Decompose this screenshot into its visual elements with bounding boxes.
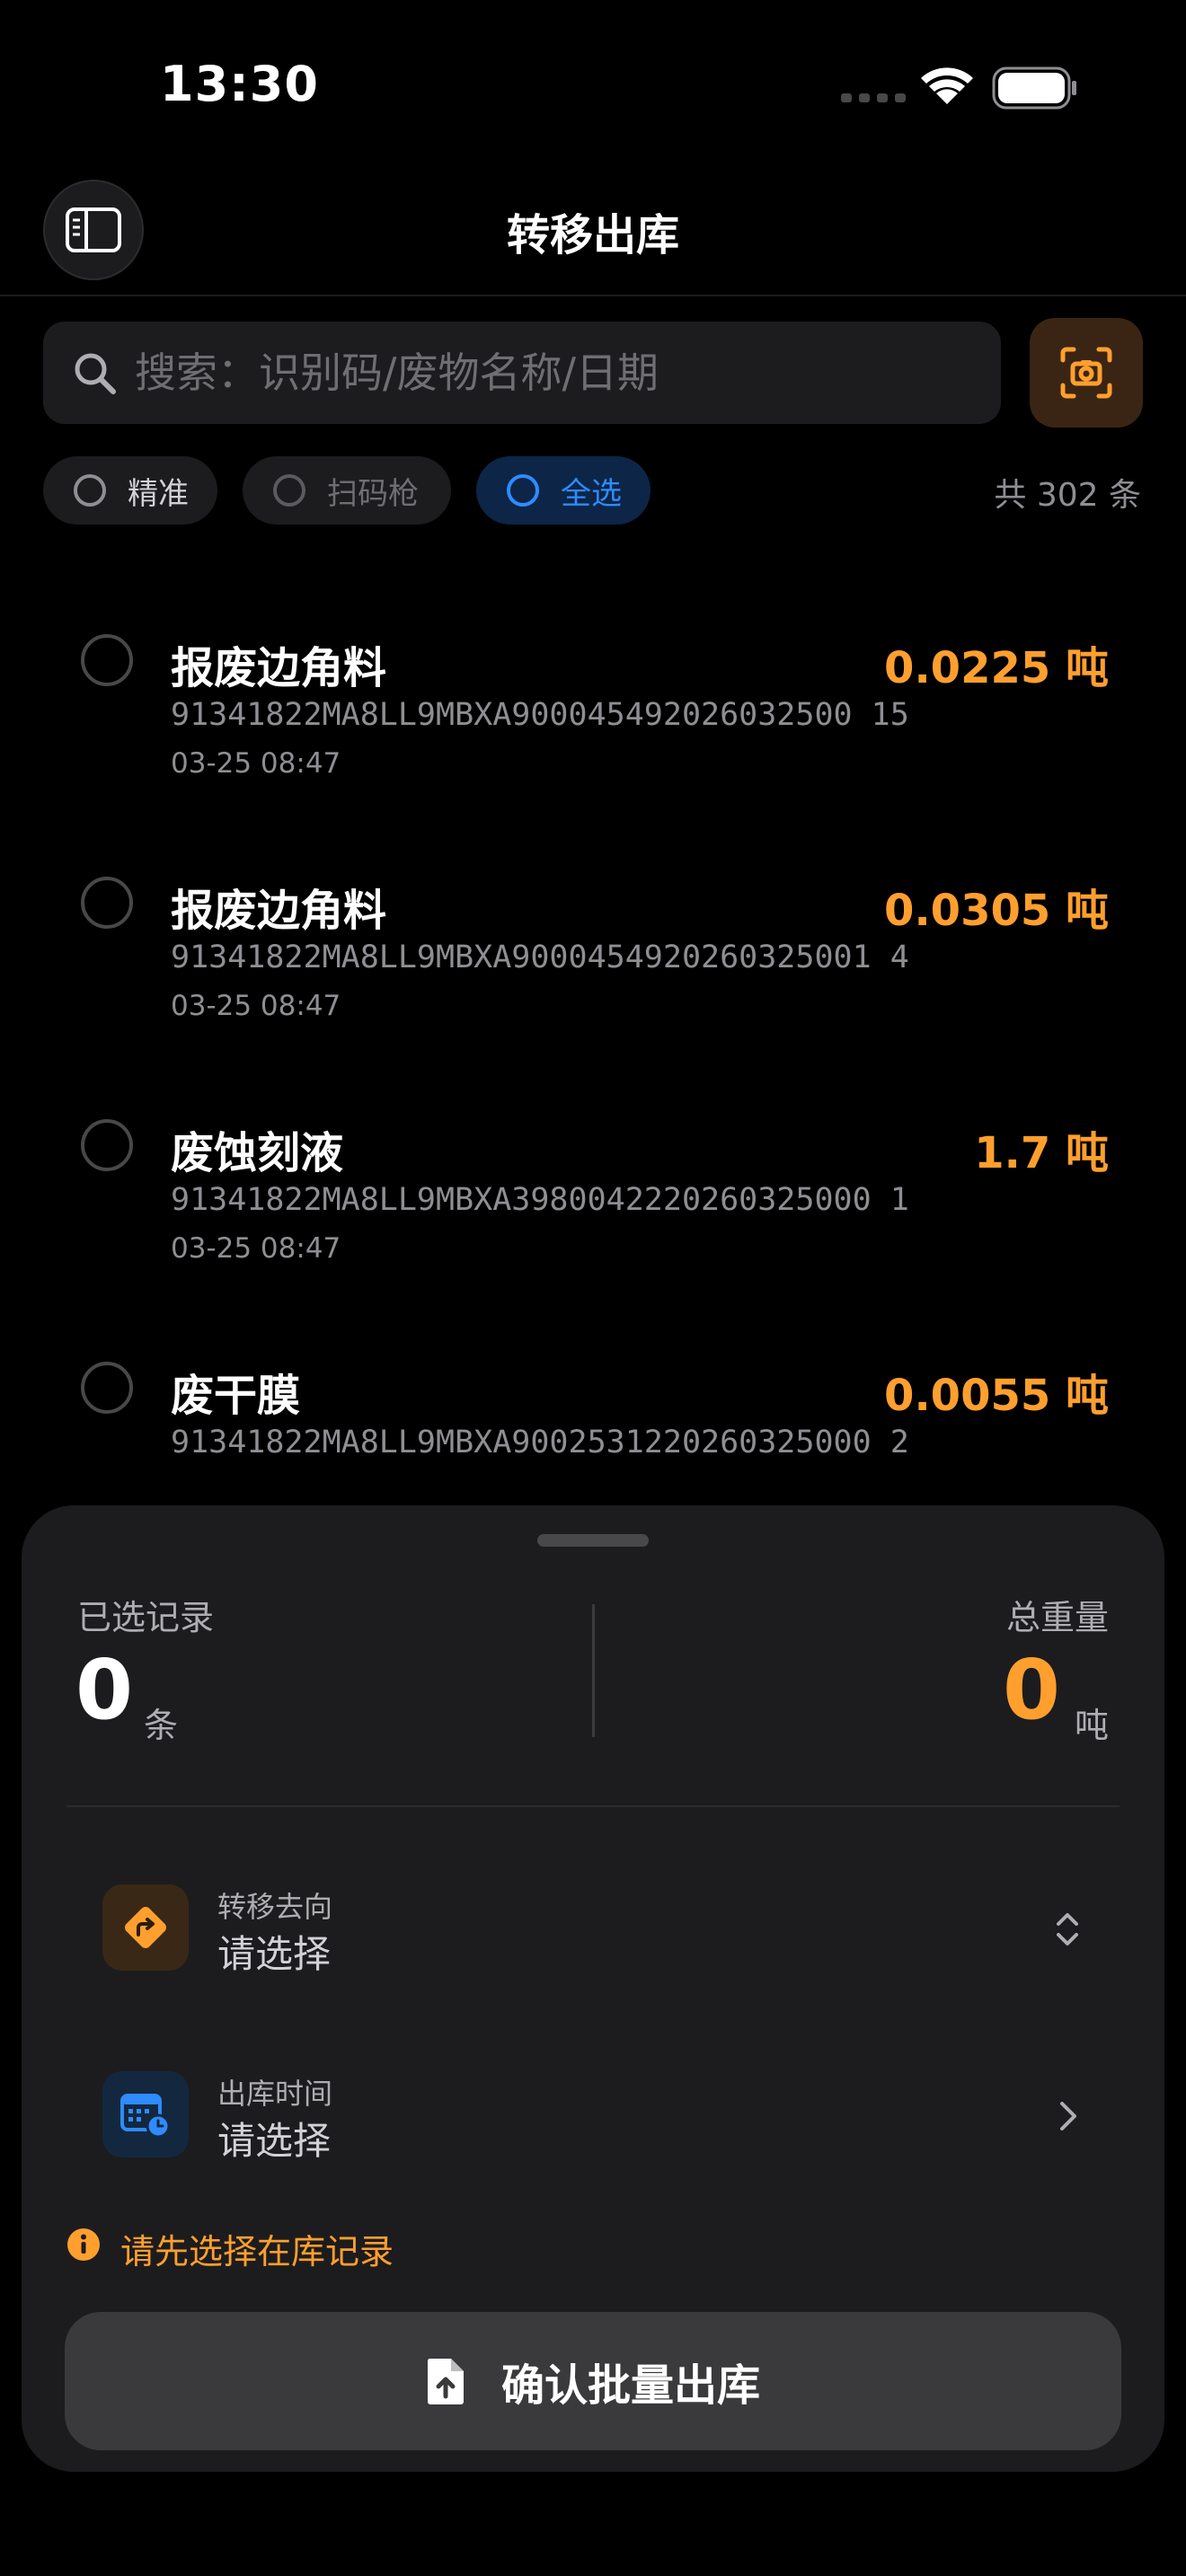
chevron-right-icon (1060, 2102, 1076, 2130)
item-code: 91341822MA8LL9MBXA9002531220260325000 2 (171, 1425, 909, 1460)
search-input[interactable] (135, 322, 979, 424)
confirm-button-label: 确认批量出库 (500, 2360, 760, 2411)
radio-icon (74, 474, 106, 507)
scan-button[interactable] (1030, 318, 1143, 428)
selected-records-unit: 条 (144, 1706, 179, 1745)
filter-chip-label: 全选 (561, 475, 622, 512)
battery-icon (992, 66, 1076, 110)
total-weight-value: 0 (1003, 1642, 1061, 1738)
confirm-batch-outbound-button[interactable]: 确认批量出库 (65, 2312, 1121, 2450)
filter-chip-scanner[interactable]: 扫码枪 (243, 456, 451, 525)
search-icon (75, 353, 116, 394)
sidebar-toggle-button[interactable] (43, 180, 144, 280)
radio-icon (273, 474, 305, 507)
item-checkbox[interactable] (81, 1362, 133, 1414)
item-name: 废干膜 (171, 1371, 301, 1421)
destination-label: 转移去向 (217, 1890, 333, 1924)
total-weight-unit: 吨 (1075, 1706, 1110, 1745)
sheet-divider (66, 1805, 1120, 1807)
document-upload-icon (427, 2359, 464, 2404)
selected-records-label: 已选记录 (77, 1598, 215, 1637)
warning-message: 请先选择在库记录 (120, 2232, 394, 2272)
time-icon-tile (102, 2071, 189, 2157)
route-direction-icon (125, 1907, 166, 1948)
item-name: 报废边角料 (171, 886, 387, 936)
item-weight: 0.0305 吨 (884, 886, 1109, 936)
item-name: 废蚀刻液 (171, 1128, 344, 1178)
summary-divider (592, 1604, 595, 1737)
filter-chip-precise[interactable]: 精准 (43, 456, 217, 525)
destination-value: 请选择 (217, 1932, 332, 1976)
item-code: 91341822MA8LL9MBXA3980042220260325000 1 (171, 1182, 909, 1218)
filter-chip-label: 精准 (128, 475, 189, 512)
cellular-signal-icon (841, 93, 906, 102)
sheet-drag-handle[interactable] (537, 1534, 649, 1547)
item-checkbox[interactable] (81, 1119, 133, 1171)
item-weight: 0.0055 吨 (884, 1371, 1109, 1421)
item-date: 03-25 08:47 (171, 747, 341, 780)
filter-chip-label: 扫码枪 (327, 475, 419, 512)
item-date: 03-25 08:47 (171, 990, 341, 1022)
total-weight-label: 总重量 (1005, 1598, 1109, 1637)
page-title: 转移出库 (506, 210, 679, 260)
chevron-up-down-icon (1057, 1913, 1078, 1945)
item-code: 91341822MA8LL9MBXA900045492026032500 15 (171, 697, 909, 733)
camera-scan-icon (1060, 347, 1112, 399)
item-checkbox[interactable] (81, 634, 133, 686)
item-checkbox[interactable] (81, 877, 133, 929)
time-value: 请选择 (217, 2119, 332, 2163)
info-icon (67, 2228, 100, 2261)
calendar-clock-icon (120, 2094, 171, 2139)
item-weight: 1.7 吨 (974, 1128, 1109, 1178)
time-label: 出库时间 (217, 2077, 333, 2111)
nav-divider (0, 295, 1186, 296)
sidebar-icon (66, 207, 121, 252)
status-time: 13:30 (160, 56, 319, 112)
selected-records-value: 0 (75, 1642, 134, 1738)
item-weight: 0.0225 吨 (884, 643, 1109, 693)
item-date: 03-25 08:47 (171, 1232, 341, 1265)
wifi-icon (921, 67, 973, 104)
status-indicators (841, 66, 1076, 110)
item-name: 报废边角料 (171, 643, 387, 693)
filter-chip-select-all[interactable]: 全选 (476, 456, 651, 525)
item-code: 91341822MA8LL9MBXA9000454920260325001 4 (171, 940, 909, 975)
radio-icon (507, 474, 539, 507)
record-count: 共 302 条 (994, 477, 1141, 514)
destination-icon-tile (102, 1884, 189, 1971)
